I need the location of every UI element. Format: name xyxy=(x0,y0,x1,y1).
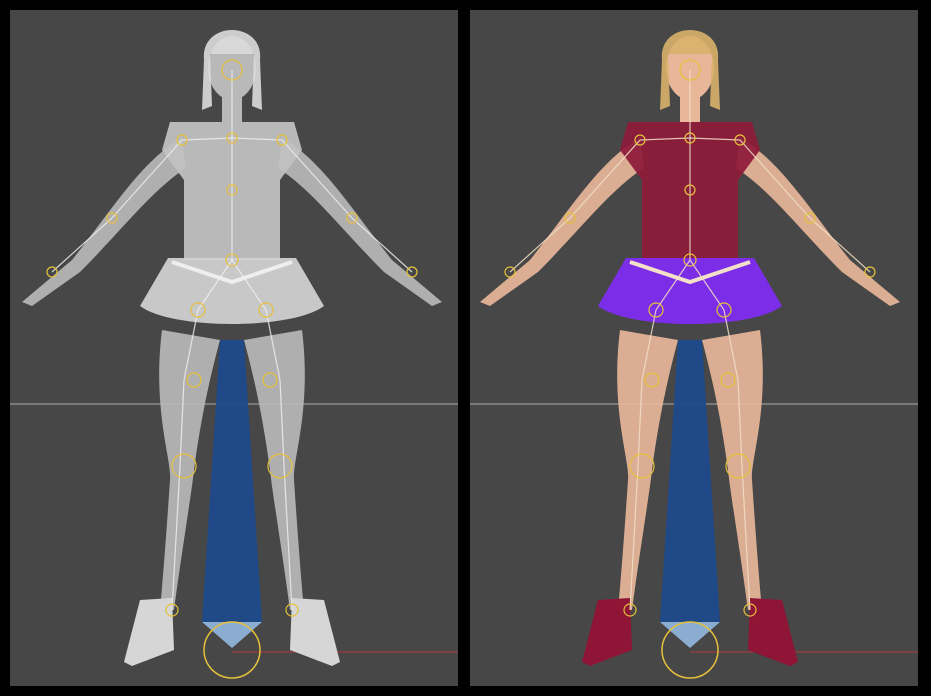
skirt xyxy=(140,258,324,324)
root-bone-tip xyxy=(202,622,262,648)
skeleton-bone xyxy=(739,139,811,219)
root-bone-shaft xyxy=(660,340,720,622)
skeleton-bone xyxy=(111,139,183,219)
skeleton-bone xyxy=(569,139,641,219)
dual-viewport-window xyxy=(0,0,931,696)
viewport-left[interactable] xyxy=(10,10,458,686)
character-render-left xyxy=(10,30,458,679)
skeleton-bone xyxy=(281,139,353,219)
skirt xyxy=(598,258,782,324)
viewport-right[interactable] xyxy=(470,10,918,686)
character-render-right xyxy=(470,30,918,679)
root-bone-tip xyxy=(660,622,720,648)
root-bone-shaft xyxy=(202,340,262,622)
